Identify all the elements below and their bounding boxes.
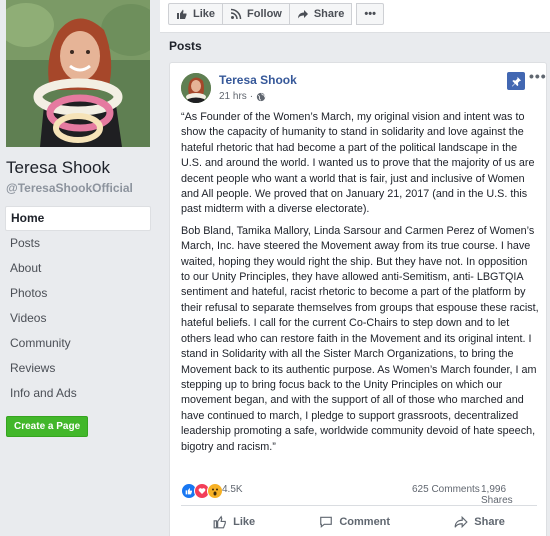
page-more-button[interactable]: •••: [356, 3, 384, 25]
page-actions: Like Follow Share •••: [168, 3, 384, 25]
reaction-icons[interactable]: [181, 483, 223, 499]
wow-reaction-icon: [207, 483, 223, 499]
posts-heading: Posts: [169, 39, 202, 53]
page-follow-button[interactable]: Follow: [222, 3, 290, 25]
pin-icon: [511, 76, 521, 87]
nav-about[interactable]: About: [5, 256, 151, 281]
comment-bubble-icon: [320, 516, 333, 528]
page-action-bar: Like Follow Share •••: [160, 0, 550, 33]
post-comment-label: Comment: [339, 516, 391, 528]
avatar-image: [181, 73, 211, 103]
post-author-avatar[interactable]: [181, 73, 211, 103]
post-share-button[interactable]: Share: [454, 511, 505, 533]
globe-icon[interactable]: [256, 92, 266, 102]
post-author-name[interactable]: Teresa Shook: [219, 73, 297, 87]
post-comment-button[interactable]: Comment: [319, 511, 390, 533]
left-sidebar: Teresa Shook @TeresaShookOfficial Home P…: [0, 0, 160, 536]
post-paragraph: Bob Bland, Tamika Mallory, Linda Sarsour…: [181, 224, 539, 453]
nav-community[interactable]: Community: [5, 331, 151, 356]
nav-videos[interactable]: Videos: [5, 306, 151, 331]
post-options-icon[interactable]: •••: [529, 68, 547, 84]
post-text: “As Founder of the Women’s March, my ori…: [181, 110, 539, 461]
profile-photo[interactable]: [6, 0, 150, 147]
page-like-label: Like: [193, 8, 216, 20]
page-nav: Home Posts About Photos Videos Community…: [5, 206, 151, 406]
rss-icon: [230, 8, 242, 20]
post-engagement-summary: 4.5K 625 Comments 1,996 Shares: [181, 481, 539, 506]
page-follow-label: Follow: [247, 8, 282, 20]
more-dots-icon: •••: [364, 8, 376, 20]
post-card: Teresa Shook 21 hrs · ••• “As Founder of…: [169, 62, 547, 536]
meta-separator: ·: [249, 91, 254, 102]
reaction-count[interactable]: 4.5K: [222, 484, 243, 495]
share-count[interactable]: 1,996 Shares: [481, 484, 539, 506]
nav-photos[interactable]: Photos: [5, 281, 151, 306]
thumbs-up-icon: [213, 515, 226, 529]
post-timestamp[interactable]: 21 hrs: [219, 91, 247, 102]
nav-reviews[interactable]: Reviews: [5, 356, 151, 381]
profile-photo-image: [6, 0, 150, 147]
share-arrow-icon: [297, 10, 308, 19]
page-name[interactable]: Teresa Shook: [6, 158, 110, 178]
thumbs-up-icon: [177, 9, 187, 19]
create-page-button[interactable]: Create a Page: [6, 416, 89, 437]
post-like-label: Like: [233, 516, 256, 528]
post-share-label: Share: [474, 516, 505, 528]
comment-count[interactable]: 625 Comments: [412, 484, 480, 495]
post-divider: [181, 505, 537, 506]
post-meta: 21 hrs ·: [219, 91, 266, 102]
share-arrow-icon: [454, 515, 468, 529]
nav-info-and-ads[interactable]: Info and Ads: [5, 381, 151, 406]
page-share-button[interactable]: Share: [288, 3, 353, 25]
page-like-button[interactable]: Like: [168, 3, 224, 25]
post-paragraph: “As Founder of the Women’s March, my ori…: [181, 111, 535, 216]
page-handle[interactable]: @TeresaShookOfficial: [6, 181, 133, 195]
post-action-bar: Like Comment Share: [181, 511, 537, 533]
nav-posts[interactable]: Posts: [5, 231, 151, 256]
post-like-button[interactable]: Like: [213, 511, 255, 533]
page-share-label: Share: [313, 8, 345, 20]
nav-home[interactable]: Home: [5, 206, 151, 231]
pinned-post-badge: [507, 72, 525, 90]
